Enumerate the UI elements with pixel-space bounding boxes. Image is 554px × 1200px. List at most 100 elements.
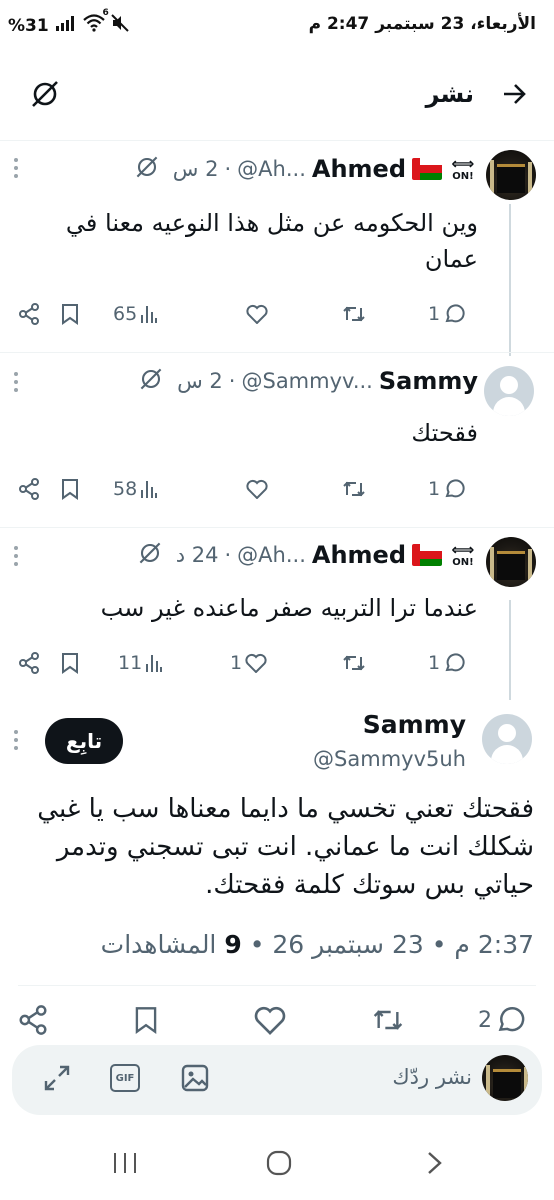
reply-button[interactable]: 1	[428, 297, 465, 331]
bookmark-icon[interactable]	[60, 297, 80, 331]
reply-composer[interactable]: نشر ردّك GIF	[12, 1045, 542, 1115]
avatar[interactable]	[482, 714, 532, 764]
status-bar: %31 6 الأربعاء، 23 سبتمبر 2:47 م	[0, 0, 554, 52]
wifi-icon: 6	[82, 8, 109, 37]
home-icon[interactable]	[264, 1148, 294, 1182]
tweet-header: ⟺ ON! Ahmed @Ah... · 2 س	[135, 154, 478, 184]
gif-icon[interactable]: GIF	[110, 1064, 140, 1092]
like-icon[interactable]	[246, 472, 268, 506]
dot-separator: •	[431, 930, 447, 959]
more-options-icon[interactable]	[14, 546, 20, 570]
tweet-text-line: حياتي بس سوتك كلمة فقحتك.	[205, 870, 534, 900]
follow-button[interactable]: تابِع	[45, 718, 123, 764]
back-arrow-icon[interactable]	[500, 80, 528, 112]
reply-icon	[445, 304, 465, 323]
mute-icon	[111, 14, 129, 37]
views-count: 65	[113, 303, 138, 325]
grok-icon[interactable]	[30, 79, 60, 113]
tweet-time: 2 س	[172, 157, 219, 181]
meta-divider	[18, 985, 536, 986]
avatar[interactable]	[486, 150, 536, 200]
reply-input[interactable]: نشر ردّك	[392, 1065, 472, 1089]
retweet-icon[interactable]	[342, 297, 366, 331]
top-header: نشر	[0, 62, 554, 134]
more-options-icon[interactable]	[14, 730, 20, 754]
share-icon[interactable]	[18, 1003, 48, 1037]
tweet-header: Sammy @Sammyv... · 2 س	[139, 366, 478, 396]
tweet-actions: 11 1 1	[0, 646, 554, 680]
views-button[interactable]: 58	[113, 472, 158, 506]
like-button[interactable]: 1	[230, 646, 267, 680]
status-clock: الأربعاء، 23 سبتمبر 2:47 م	[309, 14, 536, 34]
author-name[interactable]: Ahmed	[312, 541, 406, 569]
reply-icon	[445, 479, 465, 498]
views-label[interactable]: المشاهدات	[101, 930, 217, 959]
tweet-actions: 58 1	[0, 472, 554, 506]
tweet-divider	[0, 352, 554, 353]
views-count: 11	[118, 652, 143, 674]
reply-button[interactable]: 1	[428, 646, 465, 680]
reply-button[interactable]: 1	[428, 472, 465, 506]
retweet-icon[interactable]	[372, 1003, 404, 1037]
on-badge: ⟺ ON!	[451, 154, 475, 182]
reply-count: 2	[478, 1007, 492, 1033]
author-handle: @Ah...	[237, 157, 306, 181]
tweet-text-line: عمان	[424, 245, 478, 273]
header-divider	[0, 140, 554, 141]
reply-button[interactable]: 2	[478, 1003, 525, 1037]
views-count: 58	[113, 478, 138, 500]
retweet-icon[interactable]	[342, 646, 366, 680]
like-icon[interactable]	[254, 1003, 286, 1037]
avatar[interactable]	[484, 366, 534, 416]
author-handle: @Sammyv5uh	[313, 747, 466, 771]
retweet-icon[interactable]	[342, 472, 366, 506]
grok-icon[interactable]	[135, 155, 159, 183]
back-icon[interactable]	[422, 1148, 446, 1182]
network-label: 6	[102, 8, 109, 18]
grok-icon[interactable]	[139, 367, 163, 395]
expand-icon[interactable]	[42, 1063, 72, 1097]
like-count: 1	[230, 652, 243, 674]
views-count[interactable]: 9	[224, 930, 241, 959]
like-icon[interactable]	[246, 297, 268, 331]
tweet-meta: 2:37 م • 23 سبتمبر 26 • 9 المشاهدات	[101, 930, 534, 959]
share-icon[interactable]	[18, 297, 40, 331]
views-button[interactable]: 65	[113, 297, 158, 331]
grok-icon[interactable]	[138, 541, 162, 569]
avatar	[482, 1055, 528, 1101]
tweet-time: 2 س	[177, 369, 223, 393]
bookmark-icon[interactable]	[133, 1003, 159, 1037]
bookmark-icon[interactable]	[60, 646, 80, 680]
image-icon[interactable]	[180, 1063, 210, 1097]
reply-count: 1	[428, 478, 441, 500]
author-name[interactable]: Ahmed	[312, 155, 406, 183]
tweet-text-line: وين الحكومه عن مثل هذا النوعيه معنا في	[65, 209, 478, 237]
author-name[interactable]: Sammy	[379, 367, 478, 395]
reply-icon	[498, 1007, 525, 1032]
author-name[interactable]: Sammy	[363, 710, 466, 739]
dot-separator: ·	[224, 543, 232, 567]
share-icon[interactable]	[18, 472, 40, 506]
bookmark-icon[interactable]	[60, 472, 80, 506]
recent-apps-icon[interactable]	[112, 1148, 138, 1182]
tweet-actions: 2	[0, 1003, 554, 1037]
tweet-actions: 65 1	[0, 297, 554, 331]
page-title: نشر	[425, 80, 474, 108]
status-ampm: م	[308, 14, 322, 34]
tweet-time: 2:37 م	[454, 930, 534, 959]
dot-separator: ·	[228, 369, 236, 393]
tweet-text: فقحتك	[411, 419, 478, 447]
tweet-time: 24 د	[175, 543, 219, 567]
oman-flag-icon	[412, 158, 442, 180]
thread-line	[509, 204, 511, 356]
avatar[interactable]	[486, 537, 536, 587]
tweet-text: وين الحكومه عن مثل هذا النوعيه معنا في ع…	[66, 205, 478, 277]
views-icon	[141, 306, 158, 323]
share-icon[interactable]	[18, 646, 40, 680]
tweet-text: فقحتك تعني تخسي ما دايما معناها سب يا غب…	[14, 790, 534, 904]
views-button[interactable]: 11	[118, 646, 163, 680]
more-options-icon[interactable]	[14, 158, 20, 182]
status-date: الأربعاء، 23 سبتمبر	[375, 14, 536, 34]
like-icon	[245, 653, 267, 673]
more-options-icon[interactable]	[14, 372, 20, 396]
